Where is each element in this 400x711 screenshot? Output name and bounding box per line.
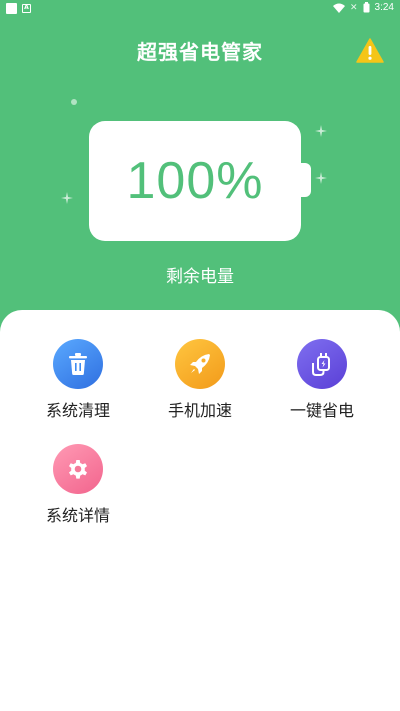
system-clean-button[interactable]: 系统清理 bbox=[23, 339, 133, 421]
app-title: 超强省电管家 bbox=[137, 40, 263, 64]
battery-body: 100% bbox=[89, 121, 301, 241]
battery-level-text: 100% bbox=[126, 152, 264, 210]
remaining-power-label: 剩余电量 bbox=[166, 267, 234, 287]
system-details-label: 系统详情 bbox=[45, 506, 110, 525]
trash-icon bbox=[53, 339, 103, 389]
gear-icon bbox=[53, 444, 103, 494]
system-details-button[interactable]: 系统详情 bbox=[23, 444, 133, 526]
charging-plug-icon bbox=[297, 339, 347, 389]
app-a-icon: A bbox=[22, 4, 31, 13]
no-sim-icon: ✕ bbox=[349, 2, 358, 13]
wifi-icon bbox=[332, 3, 345, 13]
battery-icon bbox=[363, 2, 370, 13]
status-time: 3:24 bbox=[374, 2, 394, 13]
decor-dot-icon bbox=[71, 99, 77, 105]
sparkle-icon bbox=[315, 125, 327, 137]
status-bar: A ✕ 3:24 bbox=[0, 0, 400, 16]
tools-panel: 系统清理 手机加速 一键省电 系统详情 bbox=[0, 310, 400, 711]
sparkle-icon bbox=[315, 172, 327, 184]
warning-icon[interactable] bbox=[356, 38, 384, 63]
one-key-save-button[interactable]: 一键省电 bbox=[267, 339, 377, 421]
sparkle-icon bbox=[61, 192, 73, 204]
phone-boost-label: 手机加速 bbox=[167, 401, 232, 420]
one-key-save-label: 一键省电 bbox=[289, 401, 354, 420]
phone-boost-button[interactable]: 手机加速 bbox=[145, 339, 255, 421]
system-clean-label: 系统清理 bbox=[45, 401, 110, 420]
notification-square-icon bbox=[6, 3, 17, 14]
rocket-icon bbox=[175, 339, 225, 389]
battery-cap bbox=[301, 163, 311, 197]
